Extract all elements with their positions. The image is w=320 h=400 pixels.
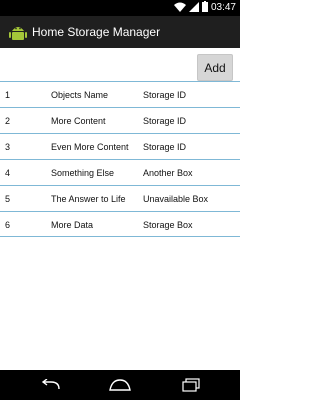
row-number: 4 [5, 168, 11, 178]
object-name: More Data [51, 220, 94, 230]
object-name: Objects Name [51, 90, 109, 100]
storage-location: Another Box [143, 168, 193, 178]
cell-signal-icon [188, 0, 199, 17]
storage-location: Storage Box [143, 220, 193, 230]
navigation-bar [0, 370, 240, 400]
status-time: 03:47 [210, 2, 236, 13]
back-icon[interactable] [38, 377, 62, 393]
android-icon[interactable] [8, 22, 28, 42]
action-bar: Home Storage Manager [0, 16, 240, 48]
storage-location: Storage ID [143, 90, 187, 100]
row-number: 6 [5, 220, 11, 230]
storage-table: 1 Objects Name Storage ID 2 More Content… [0, 81, 240, 237]
object-name: The Answer to Life [51, 194, 126, 204]
recent-apps-icon[interactable] [179, 377, 203, 393]
battery-icon [201, 0, 208, 17]
row-number: 5 [5, 194, 11, 204]
add-button[interactable]: Add [197, 54, 233, 81]
storage-location: Unavailable Box [143, 194, 209, 204]
status-icons: 03:47 [173, 0, 236, 17]
storage-location: Storage ID [143, 142, 187, 152]
row-number: 3 [5, 142, 11, 152]
home-icon[interactable] [108, 377, 132, 393]
object-name: Even More Content [51, 142, 129, 152]
row-number: 1 [5, 90, 11, 100]
row-number: 2 [5, 116, 11, 126]
object-name: Something Else [51, 168, 115, 178]
object-name: More Content [51, 116, 106, 126]
storage-location: Storage ID [143, 116, 187, 126]
wifi-icon [173, 0, 186, 17]
table-row[interactable]: 1 Objects Name Storage ID [0, 81, 240, 107]
table-row[interactable]: 6 More Data Storage Box [0, 211, 240, 237]
status-bar: 03:47 [0, 0, 240, 16]
table-row[interactable]: 2 More Content Storage ID [0, 107, 240, 133]
app-title: Home Storage Manager [32, 25, 161, 39]
table-row[interactable]: 4 Something Else Another Box [0, 159, 240, 185]
table-row[interactable]: 3 Even More Content Storage ID [0, 133, 240, 159]
table-row[interactable]: 5 The Answer to Life Unavailable Box [0, 185, 240, 211]
